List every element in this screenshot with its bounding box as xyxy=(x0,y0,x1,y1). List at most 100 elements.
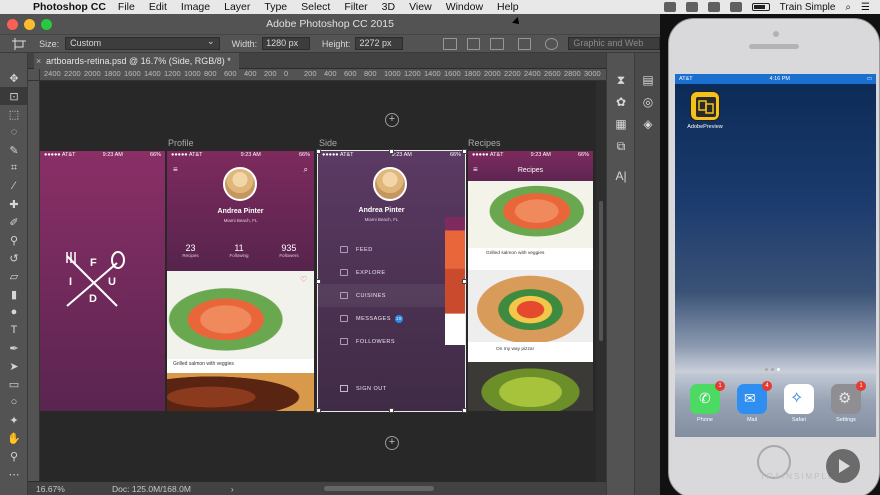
transform-handle[interactable] xyxy=(316,279,321,284)
transform-handle[interactable] xyxy=(389,408,394,413)
brush-tool-icon[interactable]: ✐ xyxy=(0,213,28,231)
properties-panel-icon[interactable]: ▤ xyxy=(635,69,661,91)
app-label: AdobePreview xyxy=(687,124,723,130)
history-brush-tool-icon[interactable]: ↺ xyxy=(0,249,28,267)
artboard-tool-preset-icon[interactable] xyxy=(10,37,27,51)
menu-view[interactable]: View xyxy=(409,1,432,13)
notification-center-icon[interactable]: ☰ xyxy=(861,2,870,13)
iphone-screen[interactable]: AT&T 4:16 PM ▭ AdobePreview ✆ 1 Phone ✉ … xyxy=(675,74,876,437)
swatches-panel-icon[interactable]: ▦ xyxy=(607,113,635,135)
menu-app-name[interactable]: Photoshop CC xyxy=(33,1,106,13)
add-artboard-above-icon[interactable]: + xyxy=(385,113,399,127)
workspace-input[interactable]: Graphic and Web xyxy=(568,37,660,50)
type-tool-icon[interactable]: T xyxy=(0,321,28,339)
marquee-tool-icon[interactable]: ⬚ xyxy=(0,105,28,123)
menu-type[interactable]: Type xyxy=(264,1,287,13)
vertical-ruler[interactable] xyxy=(28,69,40,481)
move-tool-icon[interactable]: ✥ xyxy=(0,69,28,87)
ruler-origin[interactable] xyxy=(28,69,40,81)
transform-handle[interactable] xyxy=(462,149,467,154)
transform-handle[interactable] xyxy=(462,279,467,284)
hand-tool-icon[interactable]: ✋ xyxy=(0,429,28,447)
transform-handle[interactable] xyxy=(389,149,394,154)
size-select[interactable]: Custom xyxy=(65,36,220,50)
artboard-label-recipes[interactable]: Recipes xyxy=(468,138,501,148)
path-select-tool-icon[interactable]: ➤ xyxy=(0,357,28,375)
transform-handle[interactable] xyxy=(462,408,467,413)
menu-select[interactable]: Select xyxy=(301,1,330,13)
eraser-tool-icon[interactable]: ▱ xyxy=(0,267,28,285)
gear-icon[interactable] xyxy=(544,37,559,50)
close-tab-icon[interactable]: × xyxy=(36,53,41,69)
character-panel-icon[interactable]: A| xyxy=(607,165,635,187)
adjustments-panel-icon[interactable]: ◎ xyxy=(635,91,661,113)
custom-shape-tool-icon[interactable]: ✦ xyxy=(0,411,28,429)
adobe-preview-app-icon[interactable] xyxy=(690,91,720,121)
minimize-window-button[interactable] xyxy=(24,19,35,30)
artboard-recipes[interactable]: ●●●●● AT&T 9:23 AM 66% ≡ Recipes Grilled… xyxy=(468,151,593,411)
width-input[interactable]: 1280 px xyxy=(262,37,310,50)
height-input[interactable]: 2272 px xyxy=(355,37,404,50)
menu-help[interactable]: Help xyxy=(497,1,519,13)
play-button-icon[interactable] xyxy=(826,449,860,483)
lasso-tool-icon[interactable]: ◌ xyxy=(0,123,28,141)
menubar-user-name[interactable]: Train Simple xyxy=(780,2,836,13)
ellipse-tool-icon[interactable]: ○ xyxy=(0,393,28,411)
healing-tool-icon[interactable]: ✚ xyxy=(0,195,28,213)
more-tools-icon[interactable]: ⋯ xyxy=(0,465,28,483)
document-canvas[interactable]: + + Profile Side Recipes ●●●●● AT&T 9:23… xyxy=(40,81,596,481)
make-landscape-icon[interactable] xyxy=(466,37,481,50)
close-window-button[interactable] xyxy=(7,19,18,30)
layers-panel-icon[interactable]: ◈ xyxy=(635,113,661,135)
battery-icon[interactable] xyxy=(751,3,770,11)
zoom-level[interactable]: 16.67% xyxy=(36,484,72,494)
document-tab[interactable]: × artboards-retina.psd @ 16.7% (Side, RG… xyxy=(34,53,239,69)
eyedropper-tool-icon[interactable]: ⁄ xyxy=(0,177,28,195)
dodge-tool-icon[interactable]: ● xyxy=(0,303,28,321)
menu-image[interactable]: Image xyxy=(181,1,210,13)
make-portrait-icon[interactable] xyxy=(443,37,457,50)
wifi-icon[interactable] xyxy=(729,2,742,12)
horizontal-ruler[interactable]: 2400 2200 2000 1800 1600 1400 1200 1000 … xyxy=(40,69,606,81)
add-artboard-below-icon[interactable]: + xyxy=(385,436,399,450)
artboard-label-profile[interactable]: Profile xyxy=(168,138,194,148)
add-artboard-icon[interactable] xyxy=(490,37,504,50)
transform-handle[interactable] xyxy=(316,149,321,154)
crop-tool-icon[interactable]: ⌗ xyxy=(0,159,28,177)
document-tab-title: artboards-retina.psd @ 16.7% (Side, RGB/… xyxy=(46,56,231,66)
menu-file[interactable]: File xyxy=(118,1,135,13)
stamp-tool-icon[interactable]: ⚲ xyxy=(0,231,28,249)
artboard-splash[interactable]: ●●●●● AT&T 9:23 AM 66% F I U D xyxy=(40,151,165,411)
zoom-tool-icon[interactable]: ⚲ xyxy=(0,447,28,465)
spotlight-search-icon[interactable]: ⌕ xyxy=(845,2,851,13)
artboard-profile[interactable]: ●●●●● AT&T 9:23 AM 66% ≡ ⌕ Andrea Pinter… xyxy=(167,151,314,411)
transform-handle[interactable] xyxy=(316,408,321,413)
align-icon[interactable] xyxy=(517,37,531,50)
horizontal-scrollbar[interactable] xyxy=(323,486,434,491)
artboard-label-side[interactable]: Side xyxy=(319,138,337,148)
vertical-scrollbar[interactable] xyxy=(596,81,606,481)
quick-select-tool-icon[interactable]: ✎ xyxy=(0,141,28,159)
menu-3d[interactable]: 3D xyxy=(382,1,395,13)
clone-source-panel-icon[interactable]: ⧉ xyxy=(607,135,635,157)
phone-badge: 1 xyxy=(715,381,725,391)
zoom-window-button[interactable] xyxy=(41,19,52,30)
menu-window[interactable]: Window xyxy=(446,1,483,13)
bluetooth-icon[interactable] xyxy=(707,2,720,12)
history-panel-icon[interactable]: ⧗ xyxy=(607,69,635,91)
menu-filter[interactable]: Filter xyxy=(344,1,367,13)
status-menu-arrow-icon[interactable]: › xyxy=(231,484,234,494)
safari-app-icon[interactable]: ✧ xyxy=(784,384,814,414)
gradient-tool-icon[interactable]: ▮ xyxy=(0,285,28,303)
stat-number: 23 xyxy=(185,243,196,253)
brush-presets-panel-icon[interactable]: ✿ xyxy=(607,91,635,113)
menu-edit[interactable]: Edit xyxy=(149,1,167,13)
apple-menu-icon[interactable] xyxy=(14,1,26,13)
dropbox-icon[interactable] xyxy=(663,2,676,12)
screen-icon[interactable] xyxy=(685,2,698,12)
artboard-side[interactable]: ●●●●● AT&T 9:23 AM 66% Andrea Pinter Mia… xyxy=(317,150,466,412)
artboard-tool-icon[interactable]: ⊡ xyxy=(0,87,28,105)
menu-layer[interactable]: Layer xyxy=(224,1,250,13)
rectangle-tool-icon[interactable]: ▭ xyxy=(0,375,28,393)
pen-tool-icon[interactable]: ✒ xyxy=(0,339,28,357)
